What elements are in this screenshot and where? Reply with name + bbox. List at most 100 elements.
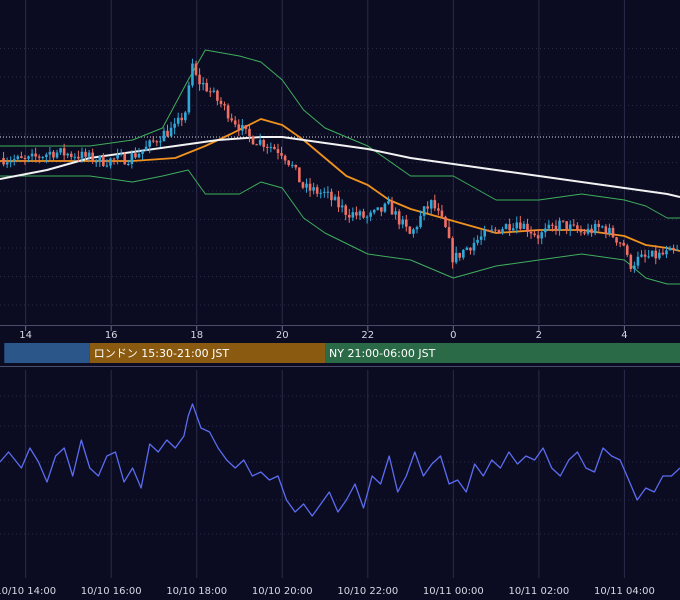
candle-body (5, 162, 9, 165)
candle-body (511, 228, 515, 231)
candle-body (290, 164, 294, 166)
candle-body (347, 214, 351, 218)
candle-body (173, 123, 176, 128)
candle-body (462, 249, 465, 258)
price-tick-label: 0 (450, 330, 456, 341)
candle-body (387, 201, 390, 204)
candle-body (633, 265, 636, 270)
candle-body (672, 247, 675, 250)
candle-body (490, 229, 494, 231)
candle-body (668, 247, 672, 251)
osc-tick-label: 10/10 22:00 (337, 586, 398, 597)
candle-139 (497, 229, 501, 234)
candle-body (590, 228, 593, 234)
candle-body (9, 161, 12, 163)
candle-body (586, 228, 590, 234)
candle-124 (444, 215, 447, 228)
candle-body (515, 222, 519, 229)
candle-body (576, 225, 579, 231)
candle-body (636, 256, 640, 266)
candle-body (116, 154, 119, 159)
candle-body (20, 156, 23, 159)
candle-body (483, 230, 486, 237)
candle-body (558, 220, 561, 231)
price-tick-label: 2 (536, 330, 542, 341)
candle-body (94, 161, 98, 163)
candle-body (87, 152, 91, 157)
candle-body (522, 223, 526, 229)
candle-body (376, 207, 380, 210)
candle-body (415, 226, 419, 230)
candle-body (219, 100, 223, 105)
candle-body (601, 226, 604, 228)
osc-tick-label: 10/10 20:00 (252, 586, 313, 597)
candle-body (647, 256, 650, 258)
candle-body (454, 252, 458, 263)
candle-body (551, 224, 554, 226)
price-tick-label: 16 (105, 330, 118, 341)
candle-body (547, 224, 551, 229)
candle-body (369, 212, 372, 217)
candle-body (362, 211, 365, 218)
candle-body (37, 156, 41, 158)
price-tick-label: 20 (276, 330, 289, 341)
candle-body (615, 237, 618, 243)
candle-body (265, 146, 269, 148)
candle-body (565, 221, 568, 231)
candle-body (486, 230, 490, 232)
candle-body (472, 242, 476, 251)
candle-body (444, 216, 447, 228)
candle-body (412, 229, 415, 234)
candle-body (62, 148, 66, 156)
candle-body (55, 152, 59, 158)
candle-body (583, 232, 586, 234)
candle-body (394, 211, 397, 215)
candle-body (640, 254, 643, 257)
candle-body (504, 224, 508, 230)
candle-body (593, 223, 597, 234)
candle-body (12, 159, 16, 162)
candle-body (134, 153, 137, 158)
session-bar: ロンドン 15:30-21:00 JST NY 21:00-06:00 JST (4, 343, 680, 363)
candle-body (358, 211, 362, 216)
candle-body (287, 160, 290, 165)
candle-body (401, 219, 405, 225)
candle-body (148, 140, 151, 147)
candle-body (176, 117, 180, 124)
osc-tick-label: 10/11 00:00 (423, 586, 484, 597)
candle-body (372, 209, 376, 213)
candle-body (643, 254, 647, 257)
candle-body (66, 153, 70, 156)
candle-body (84, 151, 87, 157)
chart-root: 14 16 18 20 22 0 2 4 ロンドン 15:30-21:00 JST NY 21:… (0, 0, 680, 600)
candle-body (465, 247, 469, 250)
candle-body (572, 224, 576, 226)
candle-body (119, 153, 123, 155)
candle-body (355, 212, 358, 216)
candle-body (16, 156, 20, 160)
candle-body (283, 155, 287, 161)
candle-body (273, 146, 276, 150)
candle-body (380, 207, 383, 212)
candle-body (611, 227, 615, 238)
candle-body (216, 90, 219, 101)
candle-body (223, 104, 226, 106)
candle-body (233, 120, 237, 125)
candle-body (69, 153, 73, 157)
candle-body (579, 230, 583, 233)
candle-body (426, 206, 429, 209)
candle-body (351, 212, 355, 218)
candle-body (45, 154, 48, 158)
candle-body (130, 153, 134, 164)
candle-body (529, 231, 533, 234)
candle-body (201, 82, 205, 85)
session-tokyo (4, 343, 90, 363)
osc-tick-label: 10/11 04:00 (594, 586, 655, 597)
price-tick-label: 22 (361, 330, 374, 341)
candle-body (23, 158, 27, 160)
candle-body (251, 136, 255, 145)
candle-body (508, 224, 511, 231)
candle-body (141, 150, 144, 154)
candle-body (77, 156, 80, 159)
candle-body (319, 192, 323, 194)
